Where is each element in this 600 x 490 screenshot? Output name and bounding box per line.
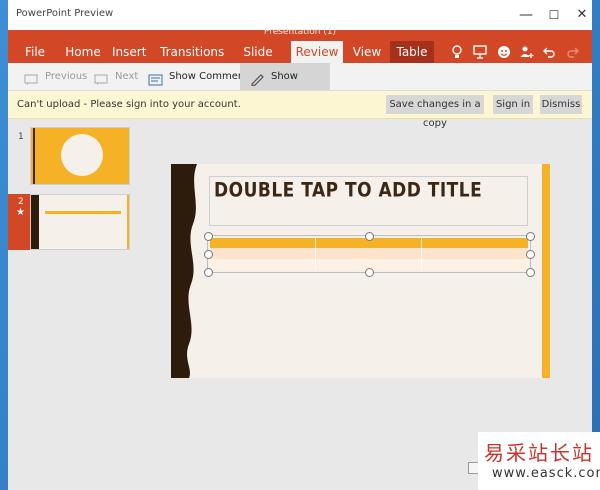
star-icon: ★ [16, 207, 25, 218]
tab-review[interactable]: Review [291, 41, 343, 63]
title-bar: PowerPoint Preview — ☐ ✕ [8, 0, 592, 30]
resize-handle[interactable] [204, 232, 213, 241]
resize-handle[interactable] [365, 268, 374, 277]
show-comments-button[interactable]: Show Comments [148, 63, 253, 90]
resize-handle[interactable] [526, 250, 535, 259]
markup-pen-icon [250, 70, 266, 87]
upload-warning-bar: Can't upload - Please sign into your acc… [8, 91, 592, 129]
thumbnail-badge-shape [61, 134, 103, 176]
slide-canvas[interactable]: DOUBLE TAP TO ADD TITLE [171, 164, 551, 378]
tab-insert[interactable]: Insert [112, 41, 146, 63]
thumbnail-table-preview [45, 211, 121, 214]
slide-thumbnail-1[interactable] [30, 127, 130, 185]
close-button[interactable]: ✕ [568, 4, 596, 26]
resize-handle[interactable] [526, 232, 535, 241]
save-copy-button[interactable]: Save changes in a copy [386, 95, 484, 129]
previous-label: Previous [45, 71, 88, 82]
show-markup-button[interactable]: Show Markup [240, 63, 330, 109]
redo-icon [564, 44, 582, 62]
comments-pane-icon [148, 70, 164, 86]
thumbnail-accent-bar [127, 195, 129, 249]
watermark-url: www.easck.com [492, 466, 600, 481]
review-toolbar: Previous Next Show Comments Show Markup [8, 63, 592, 109]
resize-handle[interactable] [204, 250, 213, 259]
title-placeholder-text: DOUBLE TAP TO ADD TITLE [214, 179, 483, 202]
slide-number-1: 1 [18, 132, 24, 142]
tab-table[interactable]: Table [390, 41, 434, 63]
tab-view[interactable]: View [352, 41, 382, 63]
maximize-button[interactable]: ☐ [540, 4, 568, 26]
warning-message: Can't upload - Please sign into your acc… [17, 99, 241, 110]
share-icon[interactable] [518, 44, 536, 62]
present-icon[interactable] [471, 44, 489, 62]
slide-accent-bar [542, 164, 550, 378]
resize-handle[interactable] [204, 268, 213, 277]
undo-icon[interactable] [540, 44, 558, 62]
slide-thumbnail-pane: 1 2 ★ [8, 119, 138, 490]
tab-transitions[interactable]: Transitions [160, 41, 224, 63]
next-comment-icon [94, 70, 110, 85]
table-row[interactable] [210, 248, 528, 259]
watermark-chinese-text: 易采站长站 [484, 441, 594, 465]
thumbnail-dark-stripe [33, 128, 35, 184]
table-column-divider [421, 238, 422, 270]
next-comment-button[interactable]: Next [94, 63, 138, 90]
table-column-divider [315, 238, 316, 270]
previous-comment-button[interactable]: Previous [24, 63, 87, 90]
tab-file[interactable]: File [22, 41, 48, 63]
tab-home[interactable]: Home [63, 41, 103, 63]
sign-in-button[interactable]: Sign in [493, 95, 533, 114]
watermark-logo: 易采站长站 www.easck.com [478, 432, 600, 490]
previous-comment-icon [24, 70, 40, 85]
app-title: PowerPoint Preview [16, 8, 114, 19]
app-window: PowerPoint Preview — ☐ ✕ Presentation (1… [8, 0, 592, 490]
thumbnail-wave-border [31, 195, 39, 249]
slide-thumbnail-2[interactable] [30, 194, 130, 250]
smiley-icon[interactable] [495, 44, 513, 62]
slide-table[interactable] [204, 232, 535, 277]
ribbon: Presentation (1) File Home Insert Transi… [8, 27, 592, 81]
title-placeholder[interactable]: DOUBLE TAP TO ADD TITLE [209, 176, 528, 226]
slide-number-2: 2 [18, 197, 24, 207]
document-title: Presentation (1) [263, 27, 337, 37]
wavy-border-shape [171, 164, 197, 378]
resize-handle[interactable] [526, 268, 535, 277]
next-label: Next [115, 71, 139, 82]
dismiss-button[interactable]: Dismiss [540, 95, 582, 114]
lightbulb-icon[interactable] [448, 44, 466, 62]
minimize-button[interactable]: — [512, 4, 540, 26]
resize-handle[interactable] [365, 232, 374, 241]
tab-slide-show[interactable]: Slide Show [229, 41, 287, 81]
